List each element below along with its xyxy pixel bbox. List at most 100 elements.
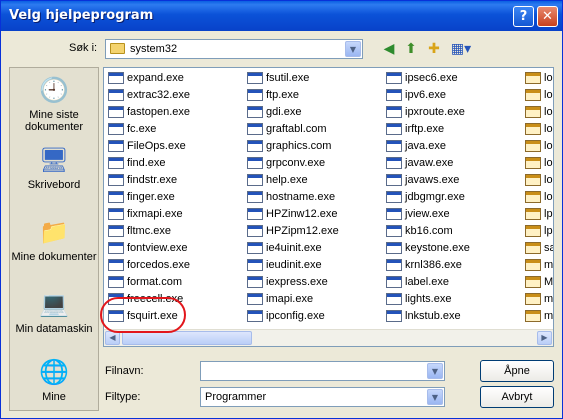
file-item[interactable]: jdbgmgr.exe	[384, 189, 522, 206]
file-item[interactable]: findstr.exe	[106, 172, 244, 189]
scroll-right-icon[interactable]: ▶	[537, 331, 552, 345]
file-item[interactable]: lp	[523, 206, 553, 223]
file-item[interactable]: sa	[523, 240, 553, 257]
program-file-icon	[247, 174, 263, 186]
file-item[interactable]: label.exe	[384, 274, 522, 291]
program-file-icon	[525, 140, 541, 152]
file-item[interactable]: krnl386.exe	[384, 257, 522, 274]
file-item[interactable]: HPZipm12.exe	[245, 223, 383, 240]
back-icon[interactable]: ◀	[379, 39, 399, 59]
file-item[interactable]: lo	[523, 104, 553, 121]
place-my-documents[interactable]: 📁 Mine dokumenter	[10, 218, 98, 263]
file-item[interactable]: ftp.exe	[245, 87, 383, 104]
program-file-icon	[525, 89, 541, 101]
network-places-icon: 🌐	[39, 359, 69, 386]
file-item[interactable]: ipv6.exe	[384, 87, 522, 104]
file-item[interactable]: lo	[523, 121, 553, 138]
new-folder-icon[interactable]: ✚	[424, 39, 444, 59]
close-button[interactable]: ✕	[537, 6, 558, 27]
chevron-down-icon[interactable]: ▼	[345, 41, 361, 57]
file-item[interactable]: fastopen.exe	[106, 104, 244, 121]
file-item[interactable]: MA	[523, 274, 553, 291]
file-item[interactable]: ieudinit.exe	[245, 257, 383, 274]
file-item[interactable]: keystone.exe	[384, 240, 522, 257]
file-item[interactable]: format.com	[106, 274, 244, 291]
file-name: find.exe	[127, 157, 166, 169]
program-file-icon	[247, 208, 263, 220]
file-item[interactable]: gdi.exe	[245, 104, 383, 121]
file-item[interactable]: lo	[523, 155, 553, 172]
file-item[interactable]: mi	[523, 308, 553, 325]
file-name: lo	[544, 72, 553, 84]
filetype-select[interactable]: Programmer ▼	[200, 387, 445, 407]
file-item[interactable]: ipsec6.exe	[384, 70, 522, 87]
file-item[interactable]: fontview.exe	[106, 240, 244, 257]
file-item[interactable]: ipconfig.exe	[245, 308, 383, 325]
file-item[interactable]: lo	[523, 189, 553, 206]
file-item[interactable]: kb16.com	[384, 223, 522, 240]
file-name: lo	[544, 123, 553, 135]
file-item[interactable]: fltmc.exe	[106, 223, 244, 240]
file-item[interactable]: javaw.exe	[384, 155, 522, 172]
file-item[interactable]: lnkstub.exe	[384, 308, 522, 325]
scroll-left-icon[interactable]: ◀	[105, 331, 120, 345]
file-item[interactable]: me	[523, 291, 553, 308]
place-my-computer[interactable]: 💻 Min datamaskin	[10, 290, 98, 335]
file-item[interactable]: ie4uinit.exe	[245, 240, 383, 257]
view-menu-icon[interactable]: ▦▾	[449, 39, 473, 59]
chevron-down-icon[interactable]: ▼	[427, 389, 443, 405]
file-item[interactable]: graphics.com	[245, 138, 383, 155]
file-item[interactable]: lo	[523, 70, 553, 87]
file-name: ipxroute.exe	[405, 106, 465, 118]
look-in-dropdown[interactable]: system32 ▼	[105, 39, 363, 59]
file-item[interactable]: expand.exe	[106, 70, 244, 87]
file-item[interactable]: lights.exe	[384, 291, 522, 308]
filename-input[interactable]: ▼	[200, 361, 445, 381]
file-name: jdbgmgr.exe	[405, 191, 465, 203]
open-button[interactable]: Åpne	[480, 360, 554, 382]
file-item[interactable]: lo	[523, 172, 553, 189]
program-file-icon	[525, 242, 541, 254]
file-item[interactable]: FileOps.exe	[106, 138, 244, 155]
my-computer-icon: 💻	[39, 291, 69, 318]
program-file-icon	[108, 123, 124, 135]
file-item[interactable]: fsutil.exe	[245, 70, 383, 87]
file-item[interactable]: HPZinw12.exe	[245, 206, 383, 223]
title-bar[interactable]: Velg hjelpeprogram ? ✕	[1, 1, 562, 31]
program-file-icon	[525, 293, 541, 305]
place-network[interactable]: 🌐 Mine	[10, 358, 98, 403]
help-button[interactable]: ?	[513, 6, 534, 27]
file-item[interactable]: ma	[523, 257, 553, 274]
program-file-icon	[525, 191, 541, 203]
file-item[interactable]: imapi.exe	[245, 291, 383, 308]
file-item[interactable]: fc.exe	[106, 121, 244, 138]
file-item[interactable]: hostname.exe	[245, 189, 383, 206]
scroll-thumb[interactable]	[122, 331, 252, 345]
place-desktop[interactable]: 🖥 Skrivebord	[10, 146, 98, 191]
file-item[interactable]: fixmapi.exe	[106, 206, 244, 223]
chevron-down-icon[interactable]: ▼	[427, 363, 443, 379]
file-item[interactable]: iexpress.exe	[245, 274, 383, 291]
program-file-icon	[108, 225, 124, 237]
cancel-button[interactable]: Avbryt	[480, 386, 554, 408]
file-item[interactable]: lo	[523, 138, 553, 155]
file-item[interactable]: finger.exe	[106, 189, 244, 206]
file-item[interactable]: extrac32.exe	[106, 87, 244, 104]
file-item[interactable]: java.exe	[384, 138, 522, 155]
file-item[interactable]: grpconv.exe	[245, 155, 383, 172]
file-item[interactable]: jview.exe	[384, 206, 522, 223]
file-item[interactable]: forcedos.exe	[106, 257, 244, 274]
file-item[interactable]: lp	[523, 223, 553, 240]
up-one-level-icon[interactable]: ⬆	[401, 39, 421, 59]
file-item[interactable]: graftabl.com	[245, 121, 383, 138]
file-item[interactable]: ipxroute.exe	[384, 104, 522, 121]
place-recent-documents[interactable]: 🕘 Mine siste dokumenter	[10, 76, 98, 133]
file-name: lights.exe	[405, 293, 452, 305]
file-name: imapi.exe	[266, 293, 314, 305]
file-item[interactable]: help.exe	[245, 172, 383, 189]
file-item[interactable]: lo	[523, 87, 553, 104]
file-item[interactable]: irftp.exe	[384, 121, 522, 138]
file-item[interactable]: javaws.exe	[384, 172, 522, 189]
program-file-icon	[247, 259, 263, 271]
file-item[interactable]: find.exe	[106, 155, 244, 172]
